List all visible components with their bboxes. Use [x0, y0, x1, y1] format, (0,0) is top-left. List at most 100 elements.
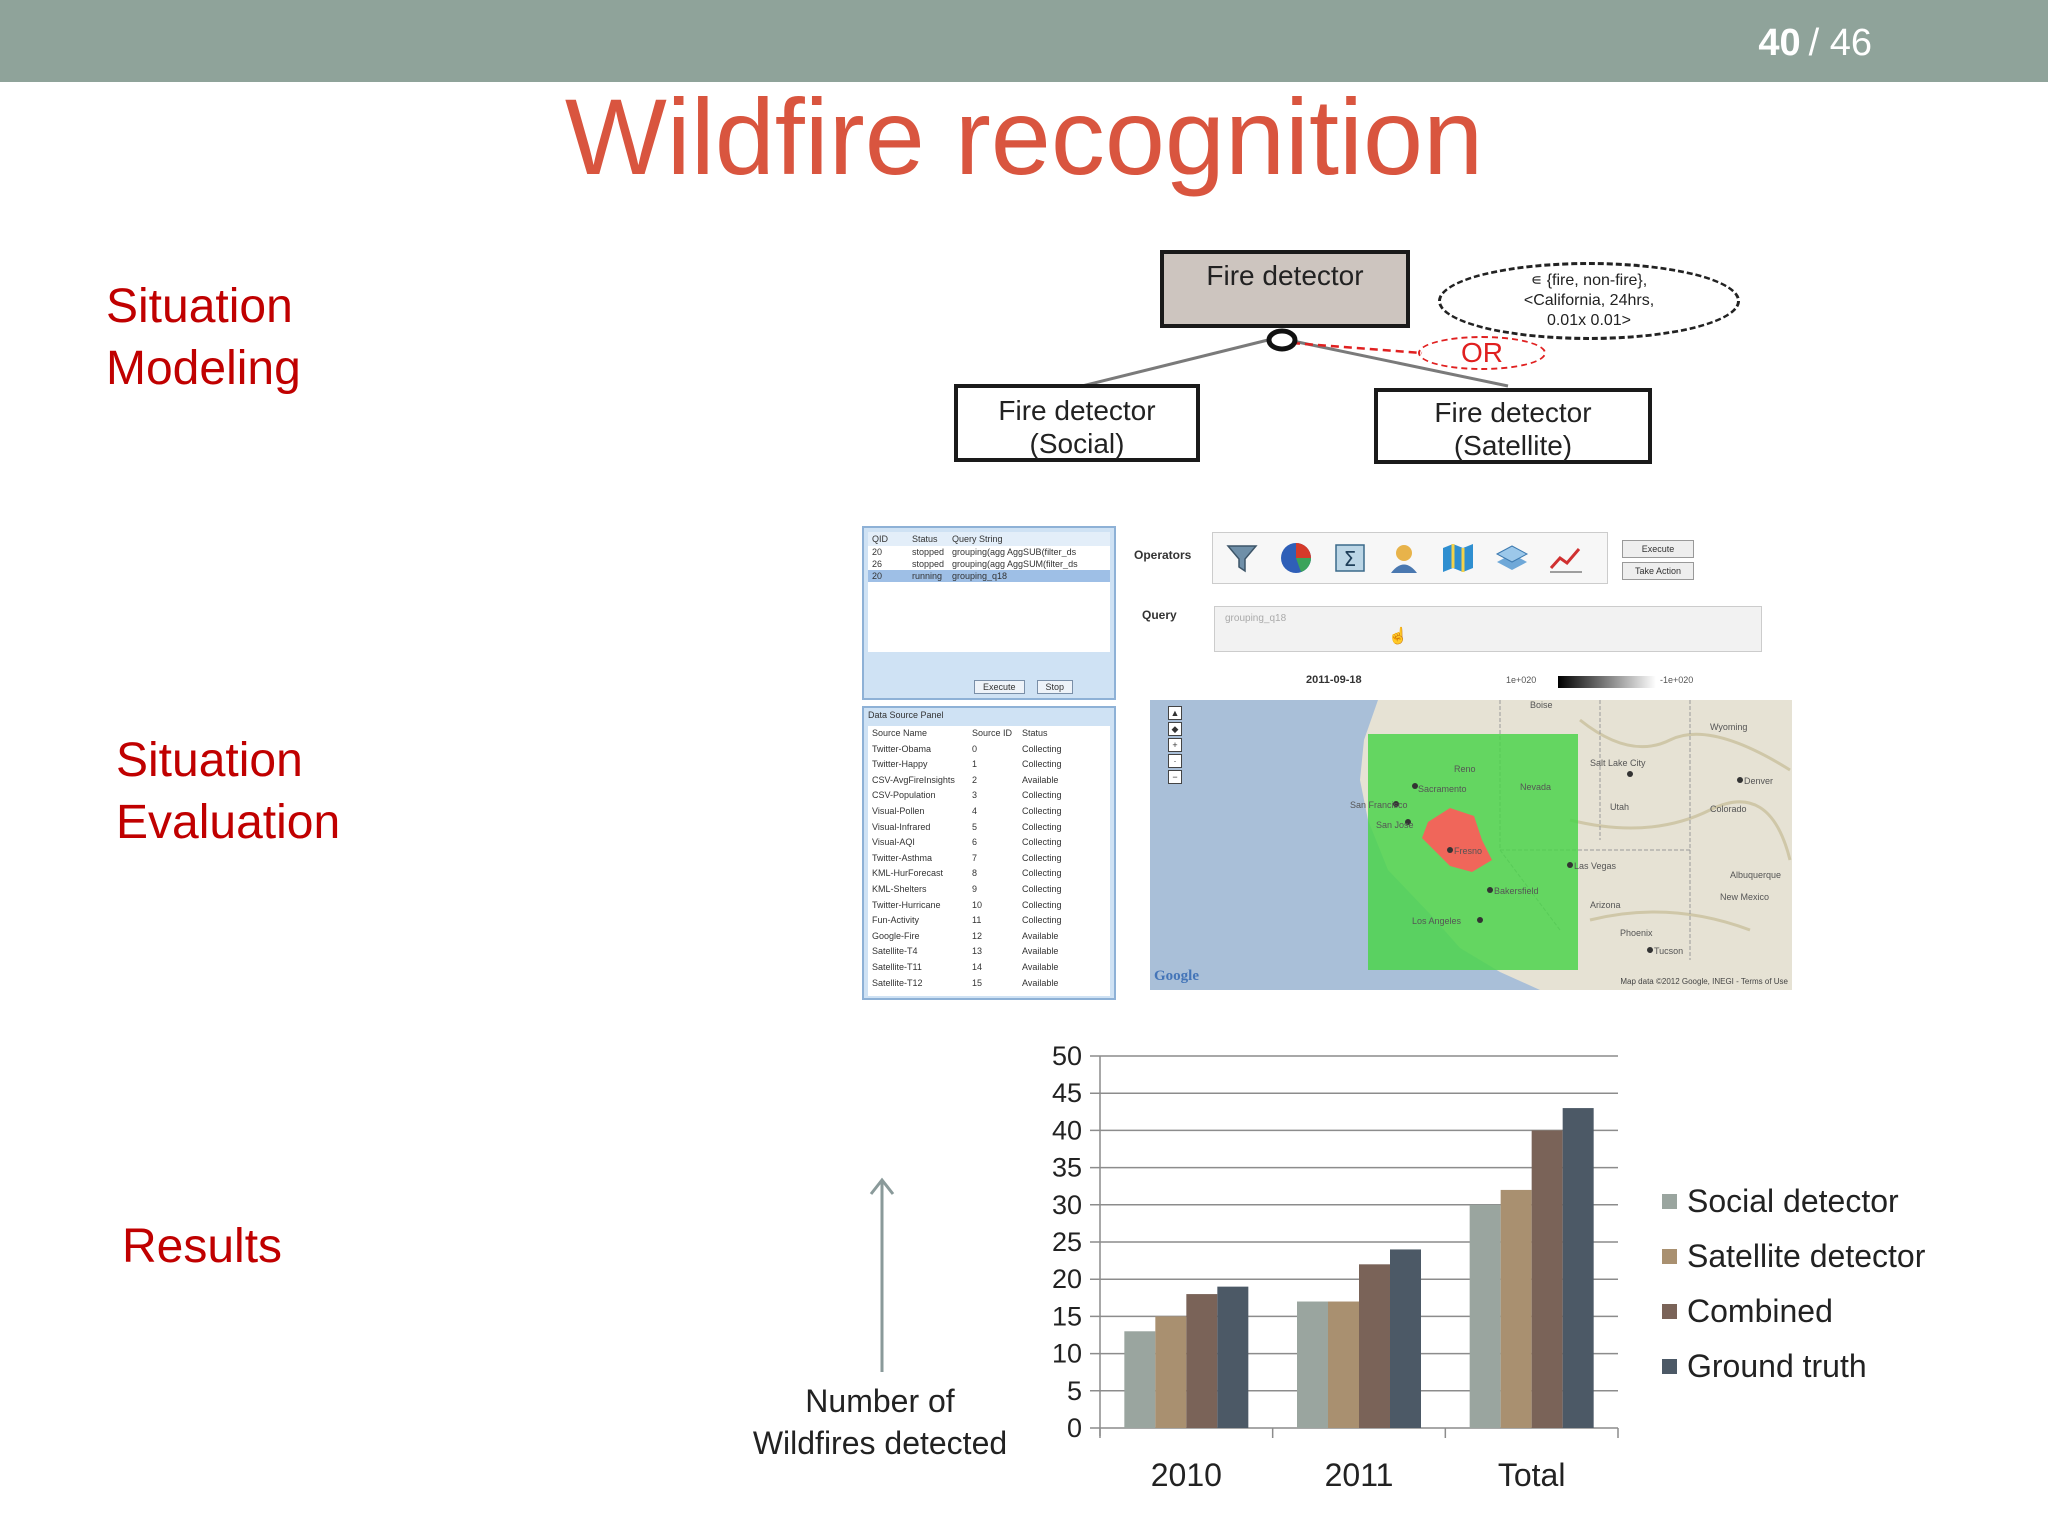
y-tick-label: 45 — [1052, 1078, 1082, 1108]
map-date: 2011-09-18 — [1306, 674, 1362, 686]
legend-item: Satellite detector — [1662, 1229, 1925, 1284]
app-screenshot: QID Status Query String 2 0 stopped groupin… — [862, 526, 1802, 1000]
edge-to-social — [1073, 338, 1269, 390]
query-list-header: QID Status Query String — [868, 532, 1110, 546]
data-source-row[interactable]: Twitter-Happy 1 Collecting — [868, 757, 1110, 773]
bar — [1186, 1294, 1218, 1428]
legend-label: Ground truth — [1687, 1348, 1867, 1384]
take-action-button[interactable]: Take Action — [1622, 562, 1694, 580]
pan-up-button[interactable]: ▲ — [1168, 706, 1182, 720]
data-source-row[interactable]: Fun-Activity 11 Collecting — [868, 913, 1110, 929]
bar — [1500, 1189, 1532, 1428]
data-source-row[interactable]: Google-Fire 12 Available — [868, 929, 1110, 945]
sum-icon[interactable]: Σ — [1329, 538, 1371, 578]
data-source-row[interactable]: Visual-Pollen 4 Collecting — [868, 804, 1110, 820]
side-execute-button[interactable]: Execute — [1622, 540, 1694, 558]
operators-label: Operators — [1134, 548, 1192, 562]
place-label: Wyoming — [1710, 722, 1747, 732]
place-label: San Jose — [1376, 820, 1414, 830]
place-label: Nevada — [1520, 782, 1551, 792]
query-input[interactable]: grouping_q18 — [1214, 606, 1762, 652]
cell: 8 — [972, 868, 978, 879]
color-scale-low: 1e+020 — [1506, 675, 1537, 685]
cell: 13 — [972, 946, 983, 957]
node-sublabel: (Satellite) — [1453, 430, 1573, 461]
data-source-row[interactable]: Twitter-Asthma 7 Collecting — [868, 851, 1110, 867]
context-line: ∊ {fire, non-fire}, — [1530, 272, 1648, 289]
bar — [1155, 1316, 1187, 1428]
query-row[interactable]: 20 stopped grouping(agg AggSUB(filter_ds — [868, 546, 1110, 558]
node-label: Fire detector — [998, 395, 1156, 426]
zoom-out-button[interactable]: − — [1168, 770, 1182, 784]
chart-legend: Social detector Satellite detector Combine… — [1662, 1174, 1925, 1394]
map-copyright: Map data ©2012 Google, INEGI - Terms of … — [1620, 977, 1788, 986]
query-row[interactable]: 26 stopped grouping(agg AggSUM(filter_ds — [868, 558, 1110, 570]
cell: Collecting — [1022, 805, 1062, 816]
person-icon[interactable] — [1383, 538, 1425, 578]
filter-icon[interactable] — [1221, 538, 1263, 578]
data-source-row[interactable]: KML-Shelters 9 Collecting — [868, 882, 1110, 898]
cell: CSV-AvgFireInsights — [872, 774, 955, 785]
y-tick-label: 5 — [1067, 1376, 1082, 1406]
cell: 11 — [972, 915, 982, 926]
cell: Visual-Infrared — [872, 821, 931, 832]
data-source-row[interactable]: Satellite-T12 15 Available — [868, 976, 1110, 992]
pan-button[interactable]: ◆ — [1168, 722, 1182, 736]
cell: Visual-Pollen — [872, 805, 925, 816]
cell: Twitter-Hurricane — [872, 899, 941, 910]
bar — [1531, 1130, 1563, 1428]
root-label: Fire detector — [1206, 260, 1364, 291]
execute-button[interactable]: Execute — [974, 680, 1025, 694]
data-source-row[interactable]: Twitter-Hurricane 10 Collecting — [868, 898, 1110, 914]
data-source-row[interactable]: Satellite-T4 13 Available — [868, 944, 1110, 960]
zoom-controls: ▲ ◆ + · − — [1168, 706, 1182, 784]
map-icon[interactable] — [1437, 538, 1479, 578]
cell: Collecting — [1022, 837, 1062, 848]
place-label: Tucson — [1654, 946, 1683, 956]
y-tick-label: 0 — [1067, 1413, 1082, 1443]
zoom-slider[interactable]: · — [1168, 754, 1182, 768]
y-tick-label: 20 — [1052, 1264, 1082, 1294]
ylabel-line: Number of — [805, 1383, 955, 1419]
cell: stopped — [912, 547, 945, 557]
query-row-selected[interactable]: 20 running grouping_q18 — [868, 570, 1110, 582]
query-buttons: Execute Stop — [974, 680, 1074, 694]
section-results: Results — [122, 1220, 283, 1273]
map-canvas: Sacramento San Francisco San Jose Fresno… — [1150, 700, 1792, 990]
x-tick-label: 2011 — [1325, 1457, 1394, 1493]
zoom-in-button[interactable]: + — [1168, 738, 1182, 752]
bar — [1124, 1331, 1156, 1428]
data-source-row[interactable]: Visual-Infrared 5 Collecting — [868, 820, 1110, 836]
stop-button[interactable]: Stop — [1036, 680, 1074, 694]
color-scale-high: -1e+020 — [1660, 675, 1694, 685]
data-source-row[interactable]: KML-HurForecast 8 Collecting — [868, 866, 1110, 882]
layers-icon[interactable] — [1491, 538, 1533, 578]
data-source-panel: Data Source Panel Source Name Source ID … — [862, 706, 1116, 1000]
legend-label: Satellite detector — [1687, 1238, 1926, 1274]
cell: Available — [1022, 774, 1059, 785]
section-line: Situation — [116, 734, 303, 787]
header-query: Query String — [952, 534, 1003, 544]
cell: grouping(agg AggSUB(filter_ds — [952, 547, 1077, 557]
trend-icon[interactable] — [1545, 538, 1587, 578]
cell: Collecting — [1022, 759, 1062, 770]
cell: 26 — [872, 559, 883, 569]
data-source-row[interactable]: Visual-AQI 6 Collecting — [868, 835, 1110, 851]
node-sublabel: (Social) — [1029, 428, 1125, 459]
cell: 0 — [972, 743, 978, 754]
data-source-row[interactable]: Twitter-Obama 0 Collecting — [868, 742, 1110, 758]
fire-detector-root: Fire detector — [1160, 250, 1410, 328]
map-view[interactable]: Sacramento San Francisco San Jose Fresno… — [1150, 700, 1792, 990]
cell: 2 — [972, 774, 978, 785]
cell: Collecting — [1022, 915, 1062, 926]
bar — [1328, 1301, 1359, 1428]
data-source-row[interactable]: CSV-AvgFireInsights 2 Available — [868, 773, 1110, 789]
cell: 10 — [972, 899, 983, 910]
legend-swatch — [1662, 1304, 1677, 1319]
pie-chart-icon[interactable] — [1275, 538, 1317, 578]
place-label: Phoenix — [1620, 928, 1653, 938]
data-source-row[interactable]: Satellite-T11 14 Available — [868, 960, 1110, 976]
data-source-row[interactable]: CSV-Population 3 Collecting — [868, 788, 1110, 804]
cell: 1 — [972, 759, 978, 770]
y-tick-label: 15 — [1052, 1301, 1082, 1331]
